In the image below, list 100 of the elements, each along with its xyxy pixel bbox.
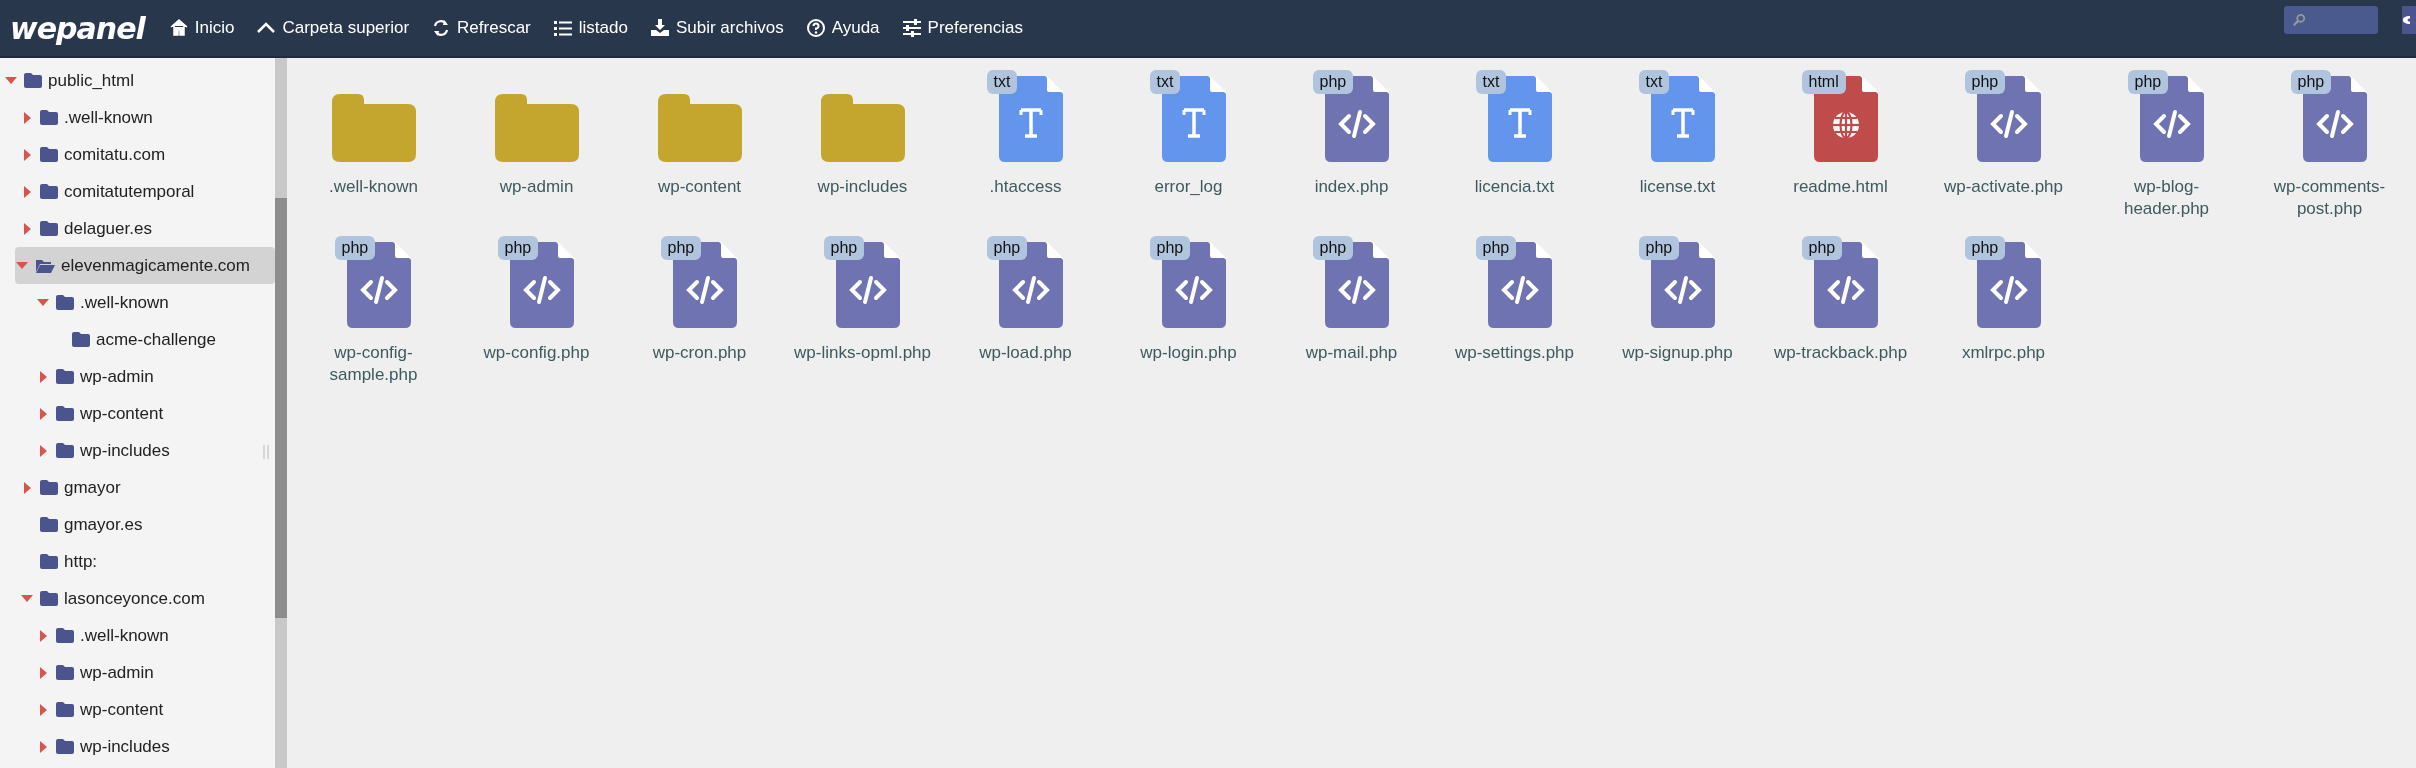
file-name[interactable]: wp-mail.php (1305, 342, 1398, 364)
folder-icon (331, 94, 416, 162)
caret-right-icon[interactable] (23, 481, 31, 494)
toolbar-button[interactable]: Carpeta superior (256, 18, 410, 38)
file-type-label: php (1964, 236, 2006, 260)
file-name[interactable]: wp-includes (817, 176, 908, 198)
file-type-label: php (1475, 236, 1517, 260)
tree-item[interactable]: wp-includes (0, 432, 275, 469)
file-name[interactable]: xmlrpc.php (1961, 342, 2046, 364)
folder-icon (56, 665, 74, 680)
sliders-icon (901, 18, 922, 38)
tree-item[interactable]: gmayor (0, 469, 275, 506)
folder-icon (72, 332, 90, 347)
tree-item[interactable]: http: (0, 543, 275, 580)
caret-right-icon[interactable] (23, 148, 31, 161)
folder-icon (56, 406, 74, 421)
toolbar-button[interactable]: Refrescar (431, 18, 531, 38)
folder-icon (56, 295, 74, 310)
caret-right-icon[interactable] (23, 111, 31, 124)
file-name[interactable]: wp-config.php (483, 342, 590, 364)
tree-item[interactable]: .well-known (0, 284, 275, 321)
tree-item[interactable]: lasonceyonce.com (0, 580, 275, 617)
folder-icon (40, 554, 58, 569)
tree-item[interactable]: acme-challenge (0, 321, 275, 358)
folder-icon (40, 591, 58, 606)
tree-item[interactable]: .well-known (0, 617, 275, 654)
caret-right-icon[interactable] (39, 740, 47, 753)
tree-item[interactable]: comitatu.com (0, 136, 275, 173)
logo[interactable]: wepanel (10, 10, 145, 46)
folder-icon (24, 73, 42, 88)
file-name[interactable]: wp-activate.php (1943, 176, 2064, 198)
file-name[interactable]: license.txt (1639, 176, 1716, 198)
toolbar-button[interactable]: Inicio (168, 18, 235, 38)
file-name[interactable]: wp-blog-header.php (2091, 176, 2242, 220)
caret-down-icon[interactable] (16, 261, 28, 270)
toolbar-button[interactable]: Ayuda (805, 18, 880, 38)
file-type-label: php (1149, 236, 1191, 260)
caret-right-icon[interactable] (39, 666, 47, 679)
caret-right-icon[interactable] (39, 444, 47, 457)
tree-item[interactable]: wp-content (0, 691, 275, 728)
file-name[interactable]: wp-content (657, 176, 742, 198)
tray-arrow-icon (649, 18, 670, 38)
file-name[interactable]: wp-cron.php (652, 342, 747, 364)
file-name[interactable]: wp-comments-post.php (2254, 176, 2405, 220)
search-field[interactable] (2284, 6, 2378, 34)
file-name[interactable]: wp-admin (499, 176, 574, 198)
file-name[interactable]: .htaccess (989, 176, 1062, 198)
caret-down-icon[interactable] (37, 298, 49, 307)
file-name[interactable]: wp-load.php (979, 342, 1072, 364)
file-type-label: php (1312, 236, 1354, 260)
scrollbar-thumb[interactable] (275, 198, 287, 618)
folder-icon (40, 110, 58, 125)
toolbar-button[interactable]: Preferencias (901, 18, 1023, 38)
file-type-label: php (2290, 70, 2332, 94)
file-name[interactable]: index.php (1314, 176, 1389, 198)
tree-item[interactable]: .well-known (0, 99, 275, 136)
toolbar-button[interactable]: Subir archivos (649, 18, 784, 38)
file-type-label: php (823, 236, 865, 260)
file-type-label: html (1801, 70, 1846, 94)
caret-down-icon[interactable] (5, 76, 17, 85)
tree-item[interactable]: wp-content (0, 395, 275, 432)
tree-item[interactable]: delaguer.es (0, 210, 275, 247)
file-type-label: php (2127, 70, 2169, 94)
caret-right-icon[interactable] (23, 185, 31, 198)
caret-right-icon[interactable] (39, 370, 47, 383)
tree-item[interactable]: comitatutemporal (0, 173, 275, 210)
file-name[interactable]: error_log (1154, 176, 1223, 198)
tree-item[interactable]: elevenmagicamente.com (15, 247, 275, 284)
tree-item[interactable]: public_html (0, 62, 275, 99)
tree-item[interactable]: gmayor.es (0, 506, 275, 543)
file-name[interactable]: wp-signup.php (1622, 342, 1733, 364)
tree-item[interactable]: wp-includes (0, 728, 275, 765)
tree-item[interactable]: wp-admin (0, 358, 275, 395)
caret-right-icon[interactable] (39, 629, 47, 642)
caret-right-icon[interactable] (39, 703, 47, 716)
caret-down-icon[interactable] (21, 594, 33, 603)
caret-right-icon[interactable] (23, 222, 31, 235)
help-icon (805, 18, 826, 38)
folder-icon (820, 94, 905, 162)
folder-icon (40, 184, 58, 199)
home-icon (168, 18, 189, 38)
file-type-label: txt (1149, 70, 1181, 94)
file-name[interactable]: wp-links-opml.php (794, 342, 931, 364)
folder-icon (40, 480, 58, 495)
file-name[interactable]: licencia.txt (1474, 176, 1555, 198)
folder-icon (56, 628, 74, 643)
file-name[interactable]: wp-settings.php (1454, 342, 1575, 364)
view-button[interactable] (2402, 6, 2416, 34)
resize-handle[interactable] (263, 445, 269, 459)
file-name[interactable]: wp-config-sample.php (298, 342, 449, 386)
file-type-label: php (1312, 70, 1354, 94)
folder-icon (56, 443, 74, 458)
scrollbar[interactable] (275, 58, 287, 768)
toolbar-button[interactable]: listado (552, 18, 628, 38)
caret-right-icon[interactable] (39, 407, 47, 420)
tree-item[interactable]: wp-admin (0, 654, 275, 691)
file-name[interactable]: wp-trackback.php (1773, 342, 1908, 364)
file-name[interactable]: readme.html (1793, 176, 1888, 198)
file-name[interactable]: .well-known (329, 176, 418, 198)
file-name[interactable]: wp-login.php (1140, 342, 1237, 364)
